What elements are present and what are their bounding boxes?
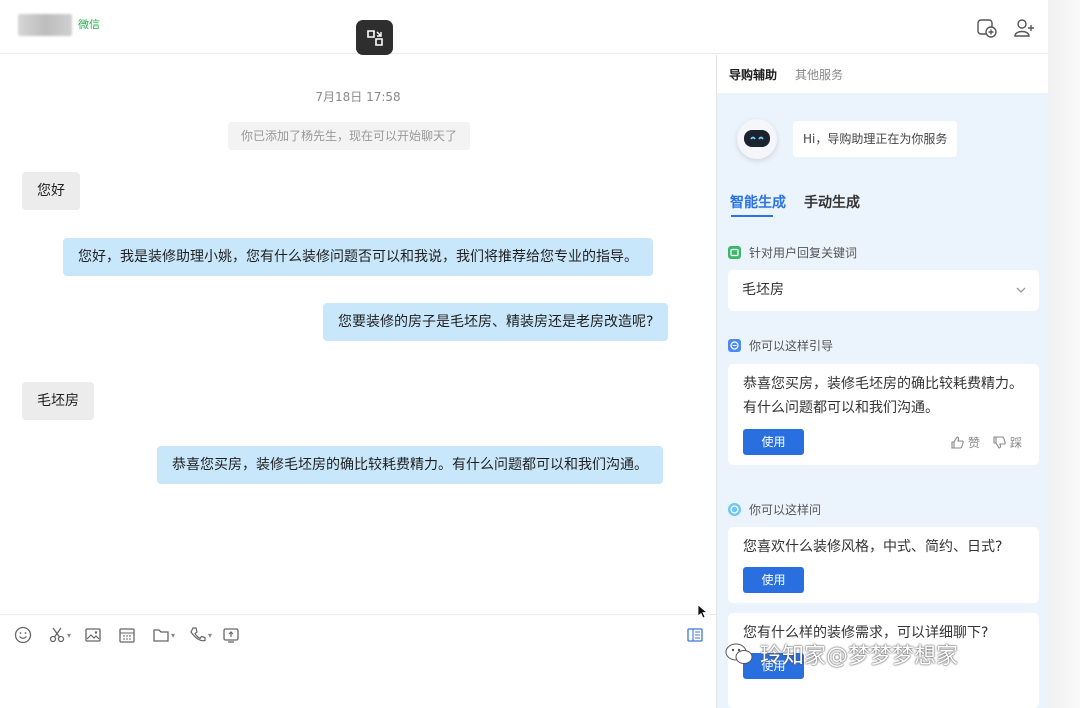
screen-share-icon: [223, 628, 239, 643]
ask-suggestion-card: 您喜欢什么装修风格，中式、简约、日式? 使用: [728, 527, 1039, 603]
chat-timestamp: 7月18日 17:58: [315, 90, 401, 104]
message-bubble-received[interactable]: 毛坯房: [22, 382, 94, 420]
tab-shopping-assist[interactable]: 导购辅助: [729, 66, 777, 83]
guide-section-label: 你可以这样引导: [728, 337, 833, 354]
collapse-button[interactable]: [356, 20, 393, 55]
active-tab-indicator: [731, 215, 773, 217]
chat-add-icon: [977, 19, 997, 38]
scissors-icon: [49, 627, 65, 643]
calendar-button[interactable]: [118, 625, 136, 645]
guide-section-text: 你可以这样引导: [749, 339, 834, 353]
watermark: 玲知家@梦梦梦想家: [724, 638, 958, 670]
sidebar-toggle-icon: [687, 628, 703, 642]
chevron-down-icon: ▾: [171, 630, 176, 640]
like-button[interactable]: 赞: [950, 434, 980, 451]
thumbs-up-icon: [951, 436, 964, 449]
keyword-section-text: 针对用户回复关键词: [749, 246, 858, 260]
message-bubble-received[interactable]: 您好: [22, 172, 80, 210]
ask-icon: [728, 503, 741, 516]
message-bubble-sent[interactable]: 您好，我是装修助理小姚，您有什么装修问题否可以和我说，我们将推荐给您专业的指导。: [63, 238, 653, 276]
guide-text-line-2: 有什么问题都可以和我们沟通。: [743, 400, 939, 416]
emoji-icon: [14, 626, 32, 644]
message-input-area[interactable]: ▾ ▾ ▾: [0, 614, 716, 708]
use-button[interactable]: 使用: [743, 429, 804, 455]
tab-smart-generate[interactable]: 智能生成: [730, 192, 786, 212]
contact-name-blurred: [18, 14, 72, 36]
bot-greeting: Hi，导购助理正在为你服务: [793, 121, 958, 157]
chevron-down-icon: ▾: [67, 630, 72, 640]
window-edge: [1048, 0, 1080, 708]
shopping-assistant-panel: 导购辅助 其他服务 Hi，导购助理正在为你服务 智能生成 手动生成 针对用户回复…: [716, 55, 1049, 708]
watermark-text: 玲知家@梦梦梦想家: [760, 644, 959, 669]
guide-suggestion-card: 恭喜您买房，装修毛坯房的确比较耗费精力。 有什么问题都可以和我们沟通。 使用 赞…: [728, 364, 1039, 465]
bot-avatar: [737, 119, 777, 159]
message-bubble-sent[interactable]: 恭喜您买房，装修毛坯房的确比较耗费精力。有什么问题都可以和我们沟通。: [157, 446, 663, 484]
folder-icon: [153, 629, 169, 642]
call-button[interactable]: ▾: [189, 625, 212, 645]
system-note: 你已添加了杨先生，现在可以开始聊天了: [228, 122, 470, 150]
emoji-button[interactable]: [14, 625, 32, 645]
chat-add-button[interactable]: [975, 16, 999, 40]
dislike-button[interactable]: 踩: [992, 434, 1022, 451]
ask-section-text: 你可以这样问: [749, 503, 822, 517]
chat-area: 7月18日 17:58 你已添加了杨先生，现在可以开始聊天了 您好 您好，我是装…: [0, 55, 716, 615]
calendar-icon: [119, 628, 135, 643]
chevron-down-icon: [1016, 287, 1026, 293]
sidebar-toggle-button[interactable]: [686, 625, 704, 645]
phone-icon: [190, 627, 206, 642]
image-button[interactable]: [84, 625, 102, 645]
tab-other-services[interactable]: 其他服务: [795, 66, 843, 83]
keyword-select-value: 毛坯房: [742, 282, 784, 298]
guide-text-line-1: 恭喜您买房，装修毛坯房的确比较耗费精力。: [743, 376, 1023, 392]
add-user-icon: [1014, 19, 1034, 37]
folder-button[interactable]: ▾: [152, 625, 175, 645]
use-button[interactable]: 使用: [743, 567, 804, 593]
tab-manual-generate[interactable]: 手动生成: [804, 192, 860, 212]
top-bar: 微信: [0, 0, 1048, 55]
message-bubble-sent[interactable]: 您要装修的房子是毛坯房、精装房还是老房改造呢?: [323, 303, 669, 341]
robot-icon: [744, 130, 770, 147]
mouse-cursor-icon: [697, 604, 709, 619]
ask-section-label: 你可以这样问: [728, 501, 821, 518]
ask-text-1: 您喜欢什么装修风格，中式、简约、日式?: [743, 539, 1003, 555]
image-icon: [85, 628, 101, 642]
screen-share-button[interactable]: [222, 625, 240, 645]
thumbs-down-icon: [993, 436, 1006, 449]
keyword-select[interactable]: 毛坯房: [728, 270, 1039, 311]
collapse-icon: [366, 29, 383, 46]
panel-tabs: 导购辅助 其他服务: [717, 55, 1049, 93]
keyword-section-label: 针对用户回复关键词: [728, 244, 857, 261]
dislike-label: 踩: [1010, 436, 1023, 450]
screenshot-button[interactable]: ▾: [48, 625, 71, 645]
chevron-down-icon: ▾: [208, 630, 213, 640]
like-label: 赞: [968, 436, 981, 450]
wechat-logo-icon: [725, 643, 753, 664]
guide-icon: [728, 339, 741, 352]
add-user-button[interactable]: [1012, 16, 1036, 40]
wechat-tag: 微信: [78, 18, 100, 31]
keyword-icon: [728, 246, 741, 259]
